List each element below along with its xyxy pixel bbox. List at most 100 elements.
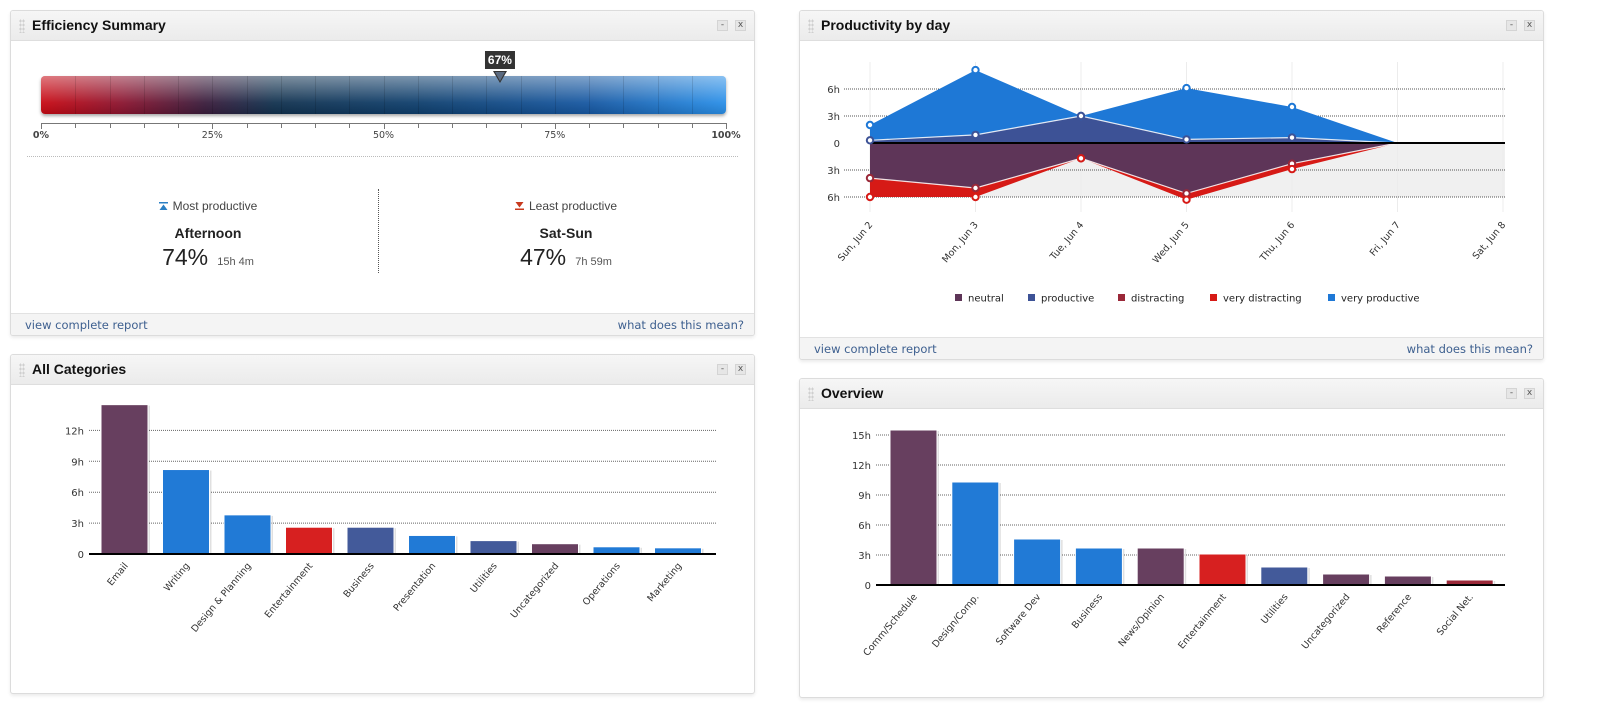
x-tick-label: Comm/Schedule (861, 592, 920, 659)
productivity-by-day-chart: 6h 3h 0 3h 6h Sun, Jun 2 Mon, Jun 3 Tue, Jun 4 W… (827, 62, 1509, 305)
x-tick-label: Sat, Jun 8 (1471, 220, 1509, 262)
gauge-segment-divider (417, 76, 419, 114)
very-distracting-point (1287, 164, 1297, 174)
x-tick-label: Operations (581, 561, 623, 608)
x-tick-label: Social Net. (1435, 592, 1476, 638)
gauge-tick (383, 123, 385, 129)
widget-footer: view complete report what does this mean… (800, 337, 1543, 359)
very-productive-point (865, 120, 875, 130)
gauge-segment-divider (657, 76, 659, 114)
legend-label: productive (1041, 294, 1094, 305)
legend-label: very distracting (1223, 294, 1302, 305)
legend-swatch (1210, 294, 1217, 301)
gauge-tick (486, 123, 488, 128)
legend-swatch (955, 294, 962, 301)
y-tick-label: 0 (834, 139, 840, 150)
gauge-segment-divider (452, 76, 453, 114)
very-distracting-point (1182, 195, 1191, 204)
all-categories-chart: 0 3h 6h 9h 12h Email WritingDesign & Planning E… (65, 404, 716, 635)
what-does-this-mean-link[interactable]: what does this mean? (1407, 342, 1533, 356)
minimize-button[interactable]: - (1506, 20, 1517, 31)
x-tick-label: Writing (162, 561, 192, 594)
least-productive-percent: 47% (520, 244, 567, 270)
gauge-tick (246, 123, 248, 128)
close-button[interactable]: x (735, 20, 746, 31)
bar (285, 526, 333, 555)
y-tick-label: 3h (827, 166, 840, 177)
gauge-tick (315, 123, 316, 128)
most-productive-name: Afternoon (174, 225, 242, 241)
least-productive-time: 7h 59m (575, 256, 612, 268)
y-tick-label: 3h (827, 112, 840, 123)
y-tick-label: 9h (858, 491, 871, 502)
x-tick-label: Reference (1375, 592, 1414, 636)
y-tick-label: 12h (65, 426, 84, 437)
most-productive-heading: Most productive (172, 199, 258, 213)
x-tick-label: Presentation (392, 561, 439, 614)
gauge-tick (452, 123, 453, 128)
bar (1013, 538, 1062, 586)
minimize-button[interactable]: - (717, 364, 728, 375)
productive-point (971, 130, 980, 140)
gauge-scale-label: 50% (372, 130, 395, 141)
widget-header: Overview - x (800, 379, 1543, 409)
close-button[interactable]: x (735, 364, 746, 375)
view-complete-report-link[interactable]: view complete report (814, 342, 937, 356)
drag-handle-icon[interactable] (808, 387, 814, 401)
x-tick-label: Thu, Jun 6 (1258, 220, 1298, 264)
gauge-segment-divider (246, 76, 248, 114)
drag-handle-icon[interactable] (808, 19, 814, 33)
y-tick-label: 15h (852, 431, 871, 442)
x-tick-label: Utilities (468, 561, 499, 595)
drag-handle-icon[interactable] (19, 363, 25, 377)
gauge-scale-label: 25% (201, 130, 223, 141)
y-tick-label: 9h (71, 457, 84, 468)
x-tick-label: Email (105, 561, 130, 588)
x-tick-label: Software Dev (994, 592, 1044, 648)
y-tick-label: 12h (852, 461, 871, 472)
bar (889, 429, 938, 586)
gauge-tick (554, 123, 556, 129)
minimize-button[interactable]: - (1506, 388, 1517, 399)
productive-point (865, 136, 875, 145)
y-tick-label: 0 (865, 581, 871, 592)
gauge-segment-divider (691, 76, 693, 114)
view-complete-report-link[interactable]: view complete report (25, 318, 148, 332)
gauge-scale-label: 100% (711, 130, 741, 141)
gauge-tick (280, 123, 282, 128)
all-categories-widget: All Categories - x 0 3h 6h 9h 12h Email Writin… (10, 354, 755, 694)
gauge-segment-divider (109, 76, 111, 114)
minimize-button[interactable]: - (717, 20, 728, 31)
productive-point (1076, 111, 1086, 121)
bar (1198, 553, 1247, 586)
gauge-tick (589, 123, 590, 128)
x-tick-label: Wed, Jun 5 (1151, 220, 1192, 266)
very-productive-point (1182, 83, 1191, 93)
bar (1322, 573, 1371, 586)
y-tick-label: 6h (827, 193, 840, 204)
drag-handle-icon[interactable] (19, 19, 25, 33)
x-tick-label: Tue, Jun 4 (1048, 220, 1087, 263)
gauge-tick (349, 123, 351, 128)
widget-title: Efficiency Summary (32, 17, 166, 33)
gauge-segment-divider (143, 76, 145, 114)
very-distracting-point (971, 192, 980, 202)
close-button[interactable]: x (1524, 388, 1535, 399)
legend-swatch (1328, 294, 1335, 301)
close-button[interactable]: x (1524, 20, 1535, 31)
x-tick-label: Uncategorized (1300, 592, 1353, 652)
what-does-this-mean-link[interactable]: what does this mean? (618, 318, 744, 332)
gauge-tick (726, 123, 727, 129)
productivity-by-day-widget: Productivity by day - x 6h 3h 0 3h 6h Sun, Ju… (799, 10, 1544, 360)
gauge-segment-divider (280, 76, 282, 114)
widget-title: All Categories (32, 361, 127, 377)
gauge-tick (178, 123, 179, 128)
gauge-tick (41, 123, 42, 129)
bar (408, 534, 456, 555)
gauge-segment-divider (349, 76, 351, 114)
legend-label: neutral (968, 294, 1004, 305)
x-tick-label: Entertainment (263, 561, 316, 621)
very-distracting-point (865, 192, 875, 202)
efficiency-summary-widget: Efficiency Summary - x 67% 0% 25% 50% 75% 10… (10, 10, 755, 336)
bar (1136, 547, 1185, 586)
